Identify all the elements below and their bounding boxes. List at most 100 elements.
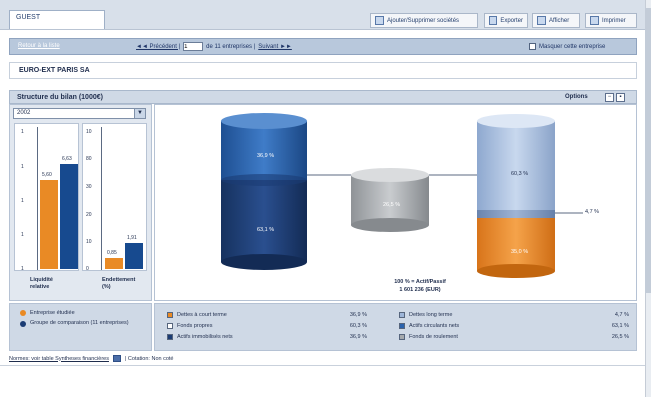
category-line: Liquidité <box>30 277 53 283</box>
display-button[interactable]: Afficher <box>532 13 580 28</box>
display-icon <box>537 16 546 25</box>
previous-link[interactable]: ◄◄ Précédent | <box>136 44 180 50</box>
balance-structure-chart: 36,9 % 63,1 % 26,5 % 60,3 % 4,7 % 35,0 %… <box>154 104 637 301</box>
liquidity-bar <box>40 180 58 269</box>
legend-value: 4,7 % <box>614 312 629 318</box>
legend-item: Actifs immobilisés nets 36,9 % <box>167 334 367 340</box>
options-label[interactable]: Options <box>565 94 588 100</box>
cylinder-top <box>477 114 555 128</box>
cylinder-base <box>351 218 429 232</box>
legend-item: Actifs circulants nets 63,1 % <box>399 323 629 329</box>
legend-label: Dettes à court terme <box>177 312 227 318</box>
panel-title: Structure du bilan (1000€) <box>17 94 103 101</box>
long-term-debt-pct: 4,7 % <box>585 209 600 215</box>
category-line: relative <box>30 284 50 290</box>
working-capital-segment <box>351 175 429 225</box>
year-select-value: 2002 <box>17 110 31 116</box>
legend-swatch <box>399 323 405 329</box>
legend-value: 60,3 % <box>349 323 367 329</box>
liquidity-category: Liquidité relative <box>30 277 53 291</box>
debt-bar <box>125 243 143 269</box>
legend-label: Entreprise étudiée <box>30 310 75 316</box>
tab-label: GUEST <box>16 14 41 21</box>
fixed-assets-pct: 63,1 % <box>257 227 275 233</box>
cylinder-base <box>477 264 555 278</box>
page-number-input[interactable] <box>183 42 204 51</box>
category-line: Endettement <box>102 277 136 283</box>
printer-icon <box>590 16 599 25</box>
back-to-list-link[interactable]: Retour à la liste <box>18 43 60 49</box>
current-assets-pct: 36,9 % <box>257 153 275 159</box>
page-count-text: de 11 entreprises | <box>206 43 256 50</box>
legend-value: 36,9 % <box>349 334 367 340</box>
export-label: Exporter <box>500 17 523 24</box>
panel-header: Structure du bilan (1000€) Options − ▪ <box>9 90 637 104</box>
legend-swatch <box>399 334 405 340</box>
legend-item: Fonds propres 60,3 % <box>167 323 367 329</box>
legend-value: 36,9 % <box>349 312 367 318</box>
liquidity-chart: 1 1 1 1 1 5,60 6,63 <box>14 123 80 272</box>
legend-swatch <box>167 334 173 340</box>
divider <box>0 365 651 366</box>
fixed-assets-segment <box>221 180 307 262</box>
print-button[interactable]: Imprimer <box>585 13 637 28</box>
legend-value: 26,5 % <box>611 334 629 340</box>
legend-item: Entreprise étudiée <box>20 310 75 316</box>
legend-item: Groupe de comparaison (11 entreprises) <box>20 320 140 327</box>
legend-label: Groupe de comparaison (11 entreprises) <box>30 320 129 326</box>
tab-guest[interactable]: GUEST <box>9 10 105 29</box>
expand-icon[interactable]: ▪ <box>616 93 625 102</box>
norms-link[interactable]: Normes: voir table Syntheses financières <box>9 356 109 362</box>
scrollbar-thumb[interactable] <box>645 8 651 293</box>
pager: ◄◄ Précédent | de 11 entreprises | Suiva… <box>136 42 292 51</box>
legend-item: Fonds de roulement 26,5 % <box>399 334 629 340</box>
print-label: Imprimer <box>602 17 626 24</box>
footer: Normes: voir table Syntheses financières… <box>9 355 173 362</box>
info-icon[interactable] <box>112 355 121 362</box>
next-link[interactable]: Suivant ►► <box>258 44 292 50</box>
short-term-debt-pct: 35,0 % <box>511 249 529 255</box>
debt-bar <box>105 257 123 269</box>
comparison-legend: Entreprise étudiée Groupe de comparaison… <box>9 303 152 351</box>
debt-bar-label: 0,85 <box>107 249 117 256</box>
debt-category: Endettement (%) <box>102 277 135 291</box>
add-company-label: Ajouter/Supprimer sociétés <box>387 17 460 24</box>
export-button[interactable]: Exporter <box>484 13 528 28</box>
short-term-debt-segment <box>477 218 555 271</box>
debt-bar-label: 1,91 <box>127 235 137 242</box>
cylinder-base <box>221 254 307 270</box>
liquidity-bars: 5,60 6,63 <box>15 124 80 272</box>
equity-pct: 60,3 % <box>511 171 529 177</box>
blue-dot-icon <box>20 321 26 327</box>
caption-line: 100 % = Actif/Passif <box>394 279 446 285</box>
equity-segment <box>477 121 555 210</box>
legend-value: 63,1 % <box>611 323 629 329</box>
cylinder-top <box>221 113 307 129</box>
listing-status: | Cotation: Non coté <box>124 355 174 362</box>
cylinder-top <box>351 168 429 182</box>
current-assets-segment <box>221 121 307 180</box>
liquidity-bar-label: 5,60 <box>42 172 52 179</box>
category-line: (%) <box>102 284 111 290</box>
year-select[interactable]: 2002 ▼ <box>13 108 146 119</box>
balance-legend: Dettes à court terme 36,9 % Fonds propre… <box>154 303 637 351</box>
legend-item: Dettes long terme 4,7 % <box>399 312 629 318</box>
chart-caption: 100 % = Actif/Passif 1 601 236 (EUR) <box>365 278 475 294</box>
ratio-panel: 2002 ▼ 1 1 1 1 1 5,60 6,63 10 80 30 20 10… <box>9 104 152 301</box>
chevron-down-icon[interactable]: ▼ <box>134 109 145 118</box>
debt-chart: 10 80 30 20 10 0 0,85 1,91 <box>82 123 147 272</box>
company-name: EURO-EXT PARIS SA <box>9 62 637 79</box>
legend-label: Actifs immobilisés nets <box>177 334 233 340</box>
orange-dot-icon <box>20 310 26 316</box>
legend-swatch <box>167 323 173 329</box>
working-capital-cylinder <box>351 168 429 232</box>
collapse-icon[interactable]: − <box>605 93 614 102</box>
hide-company-checkbox[interactable] <box>529 43 536 50</box>
caption-line: 1 601 236 (EUR) <box>399 287 441 293</box>
long-term-debt-segment <box>477 210 555 218</box>
hide-company-toggle[interactable]: Masquer cette entreprise <box>529 43 605 50</box>
segment-edge <box>221 174 307 186</box>
display-label: Afficher <box>549 17 570 24</box>
liquidity-bar <box>60 163 78 269</box>
add-remove-companies-button[interactable]: Ajouter/Supprimer sociétés <box>370 13 478 28</box>
